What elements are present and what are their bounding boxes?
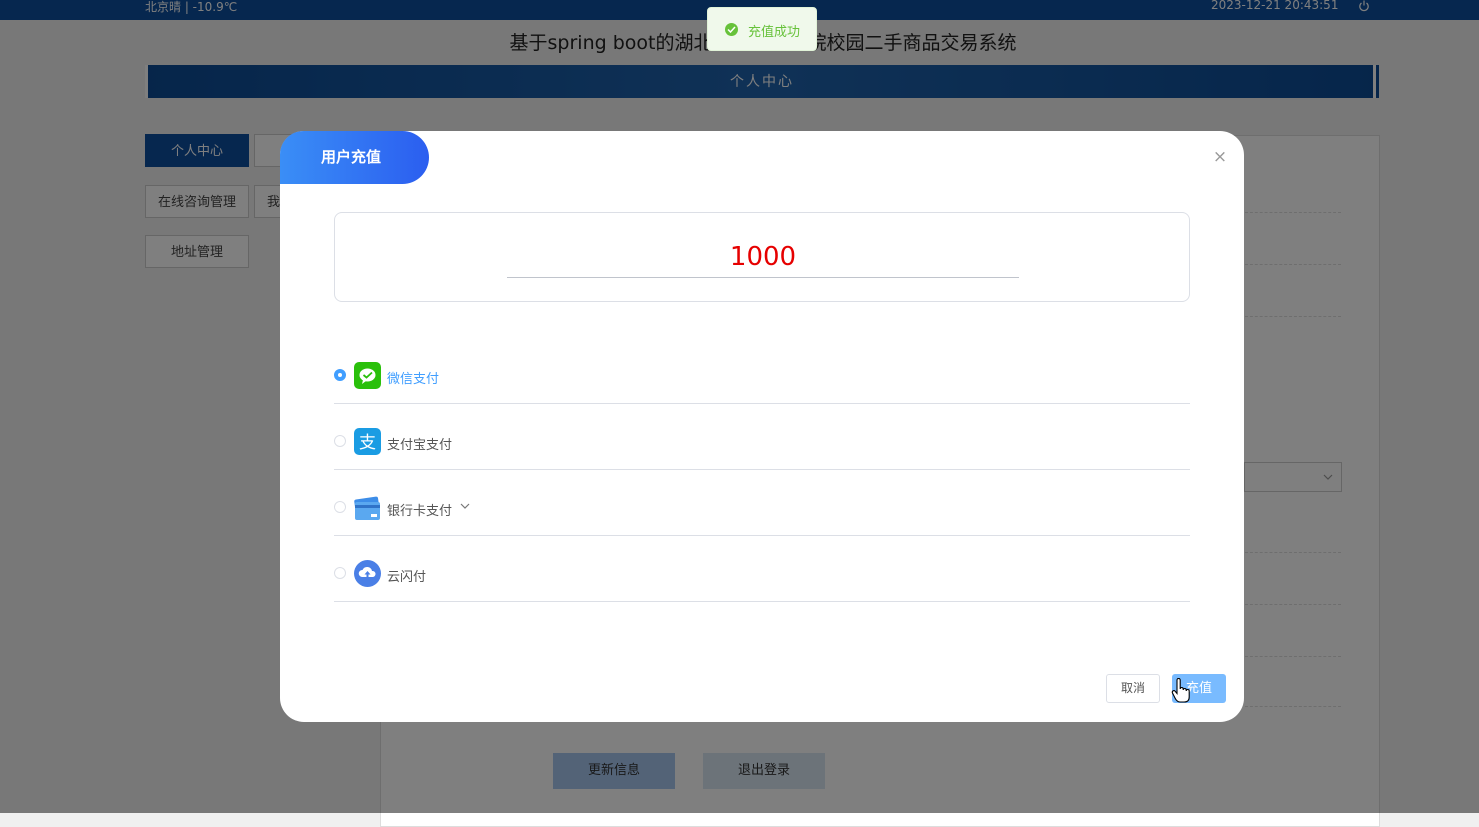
payment-label-wechat: 微信支付: [387, 372, 440, 387]
payment-option-wechat[interactable]: 微信支付: [334, 337, 1190, 404]
bank-card-icon: [354, 494, 381, 521]
success-check-icon: [725, 23, 738, 36]
radio-alipay[interactable]: [334, 435, 346, 447]
cancel-button[interactable]: 取消: [1106, 674, 1160, 703]
amount-input[interactable]: 1000: [507, 239, 1019, 278]
toast-message: 充值成功: [748, 25, 801, 40]
svg-text:支: 支: [359, 433, 376, 453]
radio-wechat[interactable]: [334, 369, 346, 381]
dialog-title: 用户充值: [280, 131, 429, 184]
amount-box: 1000: [334, 212, 1190, 302]
success-toast: 充值成功: [707, 7, 817, 51]
chevron-down-icon[interactable]: [460, 501, 470, 511]
wechat-pay-icon: [354, 362, 381, 389]
cloud-quickpass-icon: [354, 560, 381, 587]
payment-option-cloud-quickpass[interactable]: 云闪付: [334, 535, 1190, 602]
radio-cloud-quickpass[interactable]: [334, 567, 346, 579]
close-icon[interactable]: ×: [1212, 149, 1228, 166]
payment-label-cloud-quickpass: 云闪付: [387, 570, 427, 585]
payment-label-alipay: 支付宝支付: [387, 438, 453, 453]
recharge-dialog: 用户充值 × 1000 微信支付 支 支付宝支付 银行卡支付 云闪付 取消 充值: [280, 131, 1244, 722]
payment-option-alipay[interactable]: 支 支付宝支付: [334, 403, 1190, 470]
hand-cursor-icon: [1171, 678, 1190, 703]
radio-bank-card[interactable]: [334, 501, 346, 513]
payment-option-bank-card[interactable]: 银行卡支付: [334, 469, 1190, 536]
payment-label-bank-card: 银行卡支付: [387, 504, 453, 519]
alipay-icon: 支: [354, 428, 381, 455]
